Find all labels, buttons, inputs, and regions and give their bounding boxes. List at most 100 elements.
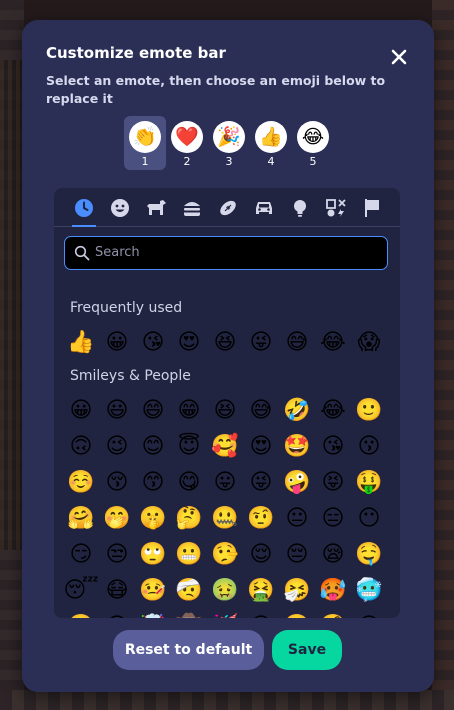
emoji-option[interactable]: 😍 [172,326,206,360]
emoji-option[interactable]: 🤐 [208,502,242,536]
burger-icon [184,202,200,216]
emoji-option[interactable]: 😏 [64,538,98,572]
emoji-option[interactable]: 🤫 [136,502,170,536]
emoji-option[interactable]: 😄 [136,394,170,428]
emoji-option[interactable]: 😐 [280,502,314,536]
emote-slot-emoji: ❤️ [171,121,203,153]
emoji-option[interactable]: 🥰 [208,430,242,464]
emoji-option[interactable]: 😜 [244,326,278,360]
close-button[interactable] [388,46,410,68]
emoji-option[interactable]: 🥶 [352,574,386,608]
football-icon [220,200,236,216]
emoji-option[interactable]: 😀 [64,394,98,428]
emoji-option[interactable]: 😝 [316,466,350,500]
emoji-option[interactable]: 🥳 [208,610,242,619]
tab-objects[interactable] [284,194,316,222]
reset-to-default-button[interactable]: Reset to default [113,630,264,670]
tab-symbols[interactable] [320,194,352,222]
emoji-option[interactable]: 😔 [280,538,314,572]
emoji-option[interactable]: 😅 [244,394,278,428]
emoji-option[interactable]: 🤥 [208,538,242,572]
emoji-option[interactable]: 😅 [280,326,314,360]
emoji-option[interactable]: 😜 [244,466,278,500]
emoji-option[interactable]: 😷 [100,574,134,608]
emoji-option[interactable]: 🤒 [136,574,170,608]
emoji-option[interactable]: 😂 [316,394,350,428]
search-input[interactable] [93,237,385,268]
emoji-option[interactable]: 🤑 [352,466,386,500]
tab-travel[interactable] [248,194,280,222]
emoji-option[interactable]: 😪 [316,538,350,572]
emoji-option[interactable]: 🤮 [244,574,278,608]
emoji-option[interactable]: 😌 [244,538,278,572]
emoji-option[interactable]: 😴 [63,574,98,608]
emoji-option[interactable]: ☺️ [64,466,98,500]
emoji-option[interactable]: 😶 [352,502,386,536]
emoji-option[interactable]: 🤪 [280,466,314,500]
emoji-option[interactable]: 😂 [316,326,350,360]
dialog-subtitle: Select an emote, then choose an emoji be… [46,73,386,106]
emote-slot-4[interactable]: 👍 4 [250,116,292,170]
tab-recent[interactable] [68,194,100,227]
clock-icon [75,199,93,217]
emoji-option[interactable]: 😬 [172,538,206,572]
emoji-option[interactable]: 🙃 [64,430,98,464]
emoji-option[interactable]: 😚 [100,466,134,500]
game-wall-decoration [0,60,24,550]
emoji-option[interactable]: 😘 [316,430,350,464]
emoji-option[interactable]: 🙂 [352,394,386,428]
emoji-option[interactable]: 😗 [352,430,386,464]
emoji-option[interactable]: 🤠 [172,610,206,619]
emoji-option[interactable]: 🥵 [316,574,350,608]
emoji-option[interactable]: 🥴 [64,610,98,619]
emoji-option[interactable]: 😆 [208,326,242,360]
emoji-option[interactable]: 😛 [208,466,242,500]
emote-slots: 👏 1 ❤️ 2 🎉 3 👍 4 😂 5 [124,116,344,170]
emoji-option[interactable]: 🤨 [244,502,278,536]
emoji-option[interactable]: 😑 [316,502,350,536]
emoji-option[interactable]: 🧐 [316,610,350,619]
tab-animals[interactable] [140,194,172,222]
emoji-option[interactable]: 😉 [100,430,134,464]
emoji-option[interactable]: 😙 [136,466,170,500]
emote-slot-3[interactable]: 🎉 3 [208,116,250,170]
emoji-option[interactable]: 👍 [64,326,98,360]
emoji-option[interactable]: 😵 [100,610,134,619]
emoji-option[interactable]: 🙄 [136,538,170,572]
tab-food[interactable] [176,194,208,222]
emoji-option[interactable]: 😘 [136,326,170,360]
tab-smileys[interactable] [104,194,136,222]
emoji-option[interactable]: 😀 [100,326,134,360]
emoji-option[interactable]: 🤤 [352,538,386,572]
emoji-option[interactable]: 🤢 [208,574,242,608]
emoji-option[interactable]: 🤭 [100,502,134,536]
emoji-option[interactable]: 😕 [352,610,386,619]
emote-slot-2[interactable]: ❤️ 2 [166,116,208,170]
emoji-option[interactable]: 🤕 [172,574,206,608]
emote-slot-5[interactable]: 😂 5 [292,116,334,170]
emoji-option[interactable]: 😒 [100,538,134,572]
emoji-option[interactable]: 😍 [244,430,278,464]
tab-activities[interactable] [212,194,244,222]
smileys-people-grid: 😀 😃 😄 😁 😆 😅 🤣 😂 🙂 🙃 😉 😊 😇 🥰 😍 🤩 😘 😗 ☺️ 😚 😙 😋 😛 😜 🤪 😝 🤑 🤗 🤭 🤫 🤔 🤐 🤨 😐 😑 😶 😏 😒 🙄… [63,394,388,619]
emoji-option[interactable]: 😁 [172,394,206,428]
save-button[interactable]: Save [272,630,342,670]
emoji-option[interactable]: 😱 [352,326,386,360]
emoji-option[interactable]: 😋 [172,466,206,500]
emoji-option[interactable]: 😎 [244,610,278,619]
emoji-option[interactable]: 🤯 [136,610,170,619]
emoji-option[interactable]: 🤔 [172,502,206,536]
emoji-option[interactable]: 😇 [172,430,206,464]
emoji-option[interactable]: 🤗 [64,502,98,536]
emote-slot-emoji: 😂 [297,121,329,153]
game-background-bottom [0,690,454,710]
emoji-option[interactable]: 🤣 [280,394,314,428]
emoji-option[interactable]: 😆 [208,394,242,428]
emoji-option[interactable]: 🤧 [280,574,314,608]
emote-slot-1[interactable]: 👏 1 [124,116,166,170]
emoji-option[interactable]: 😃 [100,394,134,428]
emoji-option[interactable]: 😊 [136,430,170,464]
emoji-option[interactable]: 🤓 [280,610,314,619]
emoji-option[interactable]: 🤩 [280,430,314,464]
tab-flags[interactable] [356,194,388,222]
